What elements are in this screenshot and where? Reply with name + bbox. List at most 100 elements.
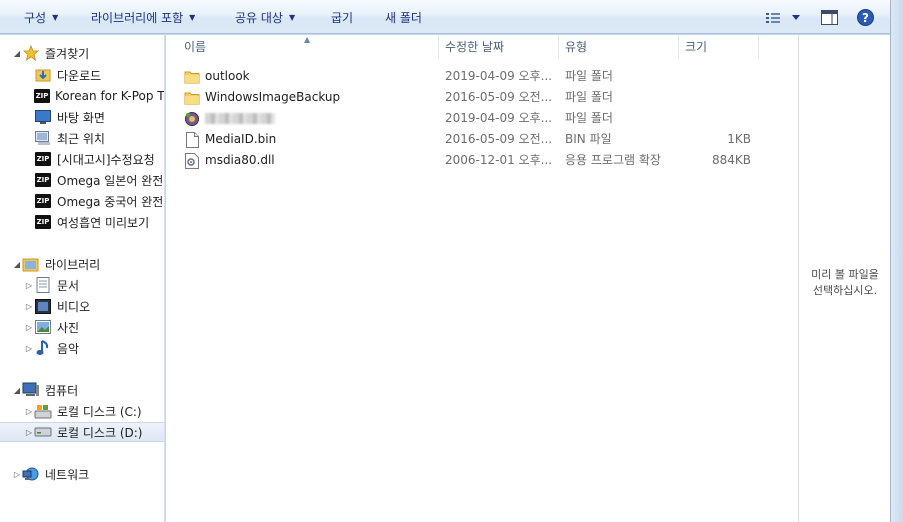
documents-icon — [34, 277, 52, 293]
preview-pane-icon[interactable] — [821, 10, 838, 28]
preview-message: 미리 볼 파일을 선택하십시오. — [799, 267, 891, 299]
file-row[interactable]: outlook 2019-04-09 오후... 파일 폴더 — [166, 66, 798, 87]
nav-disk-d[interactable]: ▷ 로컬 디스크 (D:) — [0, 422, 164, 442]
organize-label: 구성 — [24, 11, 47, 25]
navigation-pane[interactable]: ◢ 즐겨찾기 다운로드 ZIP Korean for K-Pop Tr 바탕 화… — [0, 35, 165, 522]
nav-exam[interactable]: ZIP [시대고시]수정요청 — [0, 149, 164, 169]
burn-button[interactable]: 굽기 — [331, 10, 353, 26]
column-header: ▲ 이름 수정한 날짜 유형 크기 — [166, 35, 798, 59]
nav-label: 컴퓨터 — [45, 383, 79, 398]
chevron-down-icon: ▼ — [189, 13, 196, 22]
svg-text:?: ? — [862, 11, 869, 25]
file-type: 파일 폴더 — [565, 69, 613, 83]
file-size: 1KB — [727, 132, 751, 146]
file-date: 2016-05-09 오전... — [445, 132, 553, 146]
column-date-label: 수정한 날짜 — [445, 40, 505, 54]
nav-desktop[interactable]: 바탕 화면 — [0, 107, 164, 127]
file-date: 2016-05-09 오전... — [445, 90, 553, 104]
preview-line-1: 미리 볼 파일을 — [811, 268, 879, 281]
column-date[interactable]: 수정한 날짜 — [439, 35, 559, 59]
drive-icon — [34, 424, 52, 440]
organize-button[interactable]: 구성 ▼ — [24, 10, 58, 26]
help-icon[interactable]: ? — [857, 9, 874, 29]
new-folder-label: 새 폴더 — [385, 11, 422, 25]
file-row[interactable]: msdia80.dll 2006-12-01 오후... 응용 프로그램 확장 … — [166, 150, 798, 171]
nav-label: 여성흡연 미리보기 — [57, 215, 150, 230]
include-library-button[interactable]: 라이브러리에 포함 ▼ — [91, 10, 195, 26]
nav-omega-cn[interactable]: ZIP Omega 중국어 완전 — [0, 191, 164, 211]
expand-triangle-icon[interactable]: ▷ — [24, 323, 34, 332]
file-date: 2019-04-09 오후... — [445, 69, 553, 83]
nav-korean-kpop[interactable]: ZIP Korean for K-Pop Tr — [0, 86, 165, 106]
nav-libraries[interactable]: ◢ 라이브러리 — [0, 254, 164, 274]
desktop-icon — [34, 109, 52, 125]
nav-disk-c[interactable]: ▷ 로컬 디스크 (C:) — [0, 401, 164, 421]
file-size: 884KB — [711, 153, 751, 167]
collapse-triangle-icon[interactable]: ◢ — [12, 49, 22, 58]
file-type: 파일 폴더 — [565, 111, 613, 125]
zip-folder-icon: ZIP — [34, 193, 52, 209]
collapse-triangle-icon[interactable]: ◢ — [12, 386, 22, 395]
new-folder-button[interactable]: 새 폴더 — [385, 10, 422, 26]
collapse-triangle-icon[interactable]: ◢ — [12, 260, 22, 269]
nav-label: 음악 — [57, 341, 80, 356]
nav-network[interactable]: ▷ 네트워크 — [0, 464, 164, 484]
folder-icon — [184, 69, 200, 85]
blurred-file-name — [205, 113, 275, 124]
file-name: WindowsImageBackup — [205, 90, 341, 104]
download-folder-icon — [34, 67, 52, 83]
nav-omega-jp[interactable]: ZIP Omega 일본어 완전 — [0, 170, 164, 190]
column-type[interactable]: 유형 — [559, 35, 679, 59]
nav-women[interactable]: ZIP 여성흡연 미리보기 — [0, 212, 164, 232]
nav-documents[interactable]: ▷ 문서 — [0, 275, 164, 295]
pictures-icon — [34, 319, 52, 335]
nav-label: 다운로드 — [57, 68, 102, 83]
column-name[interactable]: 이름 — [178, 35, 439, 59]
file-row[interactable]: 2019-04-09 오후... 파일 폴더 — [166, 108, 798, 129]
expand-triangle-icon[interactable]: ▷ — [24, 302, 34, 311]
nav-videos[interactable]: ▷ 비디오 — [0, 296, 164, 316]
nav-label: [시대고시]수정요청 — [57, 152, 155, 167]
nav-downloads[interactable]: 다운로드 — [0, 65, 164, 85]
file-date: 2019-04-09 오후... — [445, 111, 553, 125]
zip-folder-icon: ZIP — [34, 88, 50, 104]
nav-label: 로컬 디스크 (C:) — [57, 404, 142, 419]
zip-folder-icon: ZIP — [34, 214, 52, 230]
file-row[interactable]: WindowsImageBackup 2016-05-09 오전... 파일 폴… — [166, 87, 798, 108]
file-name: MediaID.bin — [205, 132, 277, 146]
nav-music[interactable]: ▷ 음악 — [0, 338, 164, 358]
file-name: outlook — [205, 69, 250, 83]
nav-favorites[interactable]: ◢ 즐겨찾기 — [0, 43, 164, 63]
expand-triangle-icon[interactable]: ▷ — [24, 281, 34, 290]
zip-folder-icon: ZIP — [34, 151, 52, 167]
nav-label: 즐겨찾기 — [45, 46, 90, 61]
nav-label: 최근 위치 — [57, 131, 105, 146]
chevron-down-icon: ▼ — [288, 13, 296, 22]
share-button[interactable]: 공유 대상 ▼ — [235, 10, 295, 26]
nav-computer[interactable]: ◢ 컴퓨터 — [0, 380, 164, 400]
file-type: 파일 폴더 — [565, 90, 613, 104]
file-row[interactable]: MediaID.bin 2016-05-09 오전... BIN 파일 1KB — [166, 129, 798, 150]
expand-triangle-icon[interactable]: ▷ — [24, 407, 34, 416]
dll-gear-icon — [184, 152, 200, 169]
expand-triangle-icon[interactable]: ▷ — [24, 428, 34, 437]
file-name: msdia80.dll — [205, 153, 275, 167]
zip-folder-icon: ZIP — [34, 172, 52, 188]
share-label: 공유 대상 — [235, 11, 283, 25]
library-icon — [22, 256, 40, 272]
include-library-label: 라이브러리에 포함 — [91, 11, 184, 25]
column-size[interactable]: 크기 — [679, 35, 759, 59]
nav-label: Korean for K-Pop Tr — [55, 89, 165, 103]
file-list[interactable]: ▲ 이름 수정한 날짜 유형 크기 outlook 2019-04-09 오후.… — [166, 35, 798, 522]
expand-triangle-icon[interactable]: ▷ — [24, 344, 34, 353]
nav-recent[interactable]: 최근 위치 — [0, 128, 164, 148]
view-options-icon[interactable] — [766, 12, 802, 27]
nav-label: 사진 — [57, 320, 80, 335]
network-icon — [22, 466, 40, 482]
nav-pictures[interactable]: ▷ 사진 — [0, 317, 164, 337]
nav-label: 바탕 화면 — [57, 110, 105, 125]
file-size — [680, 108, 751, 129]
burn-label: 굽기 — [331, 11, 354, 25]
folder-icon — [184, 90, 200, 106]
expand-triangle-icon[interactable]: ▷ — [12, 470, 22, 479]
